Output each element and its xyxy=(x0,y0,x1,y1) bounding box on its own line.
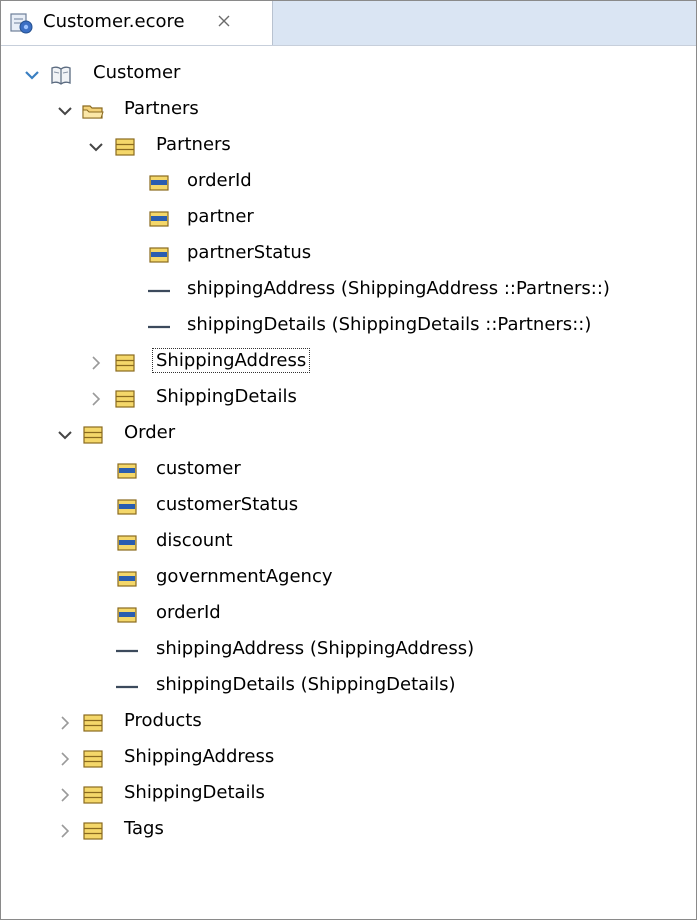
tree-node-attribute[interactable]: orderId xyxy=(1,165,696,201)
tree-node-attribute[interactable]: orderId xyxy=(1,597,696,633)
tree-node-label: customerStatus xyxy=(156,494,299,515)
close-icon[interactable] xyxy=(217,12,231,27)
eclass-icon xyxy=(81,747,105,771)
tree-node-label: shippingDetails (ShippingDetails) xyxy=(156,674,456,695)
tree-node-label: orderId xyxy=(187,170,252,191)
ecore-model-icon xyxy=(9,11,35,35)
eclass-icon xyxy=(113,135,137,159)
tree-node-reference[interactable]: shippingDetails (ShippingDetails) xyxy=(1,669,696,705)
tab-title: Customer.ecore xyxy=(43,11,185,32)
eattribute-icon xyxy=(147,243,171,267)
ereference-icon xyxy=(147,315,171,339)
chevron-right-icon[interactable] xyxy=(56,714,74,732)
tree-node-label: partnerStatus xyxy=(187,242,312,263)
tree-node-label: discount xyxy=(156,530,233,551)
chevron-down-icon[interactable] xyxy=(56,102,74,120)
chevron-down-icon[interactable] xyxy=(56,426,74,444)
tree-node-shippingdetails-partners[interactable]: ShippingDetails xyxy=(1,381,696,417)
eclass-icon xyxy=(113,351,137,375)
tree-node-label: partner xyxy=(187,206,254,227)
tree-node-label: shippingAddress (ShippingAddress) xyxy=(156,638,475,659)
chevron-right-icon[interactable] xyxy=(56,750,74,768)
tree-node-label: ShippingDetails xyxy=(156,386,297,407)
tree-node-partners-class[interactable]: Partners xyxy=(1,129,696,165)
eclass-icon xyxy=(81,711,105,735)
tree-node-shippingaddress-partners[interactable]: ShippingAddress xyxy=(1,345,696,381)
tree-node-attribute[interactable]: governmentAgency xyxy=(1,561,696,597)
tree-node-shippingaddress[interactable]: ShippingAddress xyxy=(1,741,696,777)
tree-node-attribute[interactable]: partnerStatus xyxy=(1,237,696,273)
tree-node-label: ShippingAddress xyxy=(151,348,311,373)
editor-window: Customer.ecore Customer Partners Partner… xyxy=(0,0,697,920)
eclass-icon xyxy=(81,819,105,843)
tree-node-label: shippingAddress (ShippingAddress ::Partn… xyxy=(187,278,610,299)
eattribute-icon xyxy=(115,459,139,483)
ereference-icon xyxy=(115,639,139,663)
eattribute-icon xyxy=(115,531,139,555)
tree-node-order[interactable]: Order xyxy=(1,417,696,453)
tab-customer-ecore[interactable]: Customer.ecore xyxy=(1,1,273,45)
eclass-icon xyxy=(113,387,137,411)
eattribute-icon xyxy=(147,207,171,231)
tree-node-label: Partners xyxy=(156,134,231,155)
tree-node-label: Order xyxy=(124,422,176,443)
chevron-right-icon[interactable] xyxy=(56,822,74,840)
eclass-icon xyxy=(81,783,105,807)
tree-node-label: Products xyxy=(124,710,202,731)
eattribute-icon xyxy=(147,171,171,195)
eattribute-icon xyxy=(115,495,139,519)
tree-node-label: orderId xyxy=(156,602,221,623)
tree-node-reference[interactable]: shippingAddress (ShippingAddress ::Partn… xyxy=(1,273,696,309)
chevron-down-icon[interactable] xyxy=(23,66,41,84)
chevron-right-icon[interactable] xyxy=(87,390,105,408)
ereference-icon xyxy=(147,279,171,303)
chevron-right-icon[interactable] xyxy=(56,786,74,804)
tree-node-customer[interactable]: Customer xyxy=(1,57,696,93)
eattribute-icon xyxy=(115,603,139,627)
tree-node-label: ShippingAddress xyxy=(124,746,275,767)
tree-node-reference[interactable]: shippingDetails (ShippingDetails ::Partn… xyxy=(1,309,696,345)
tree-node-partners-package[interactable]: Partners xyxy=(1,93,696,129)
tree-node-attribute[interactable]: customer xyxy=(1,453,696,489)
eclass-icon xyxy=(81,423,105,447)
tree-node-tags[interactable]: Tags xyxy=(1,813,696,849)
tree-node-label: governmentAgency xyxy=(156,566,333,587)
tree-node-label: ShippingDetails xyxy=(124,782,265,803)
tree-node-reference[interactable]: shippingAddress (ShippingAddress) xyxy=(1,633,696,669)
package-book-icon xyxy=(49,63,73,87)
chevron-down-icon[interactable] xyxy=(87,138,105,156)
chevron-right-icon[interactable] xyxy=(87,354,105,372)
tree-node-attribute[interactable]: partner xyxy=(1,201,696,237)
tree-node-shippingdetails[interactable]: ShippingDetails xyxy=(1,777,696,813)
folder-package-icon xyxy=(81,99,105,123)
tree-node-products[interactable]: Products xyxy=(1,705,696,741)
tab-bar: Customer.ecore xyxy=(1,1,696,46)
tree-node-label: customer xyxy=(156,458,241,479)
tree-node-label: Partners xyxy=(124,98,199,119)
tree-node-label: Customer xyxy=(93,62,181,83)
tree-node-label: Tags xyxy=(124,818,164,839)
tree-node-attribute[interactable]: customerStatus xyxy=(1,489,696,525)
eattribute-icon xyxy=(115,567,139,591)
tree-node-attribute[interactable]: discount xyxy=(1,525,696,561)
ereference-icon xyxy=(115,675,139,699)
tree-node-label: shippingDetails (ShippingDetails ::Partn… xyxy=(187,314,592,335)
